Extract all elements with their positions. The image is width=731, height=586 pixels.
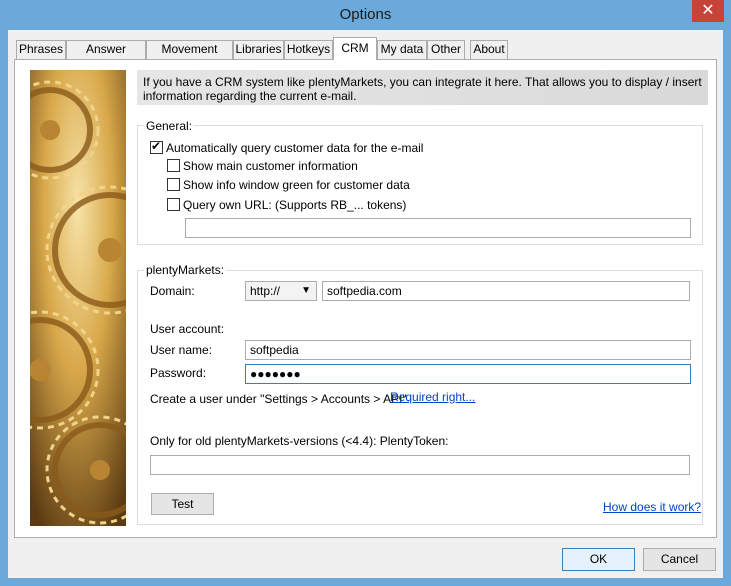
query-url-checkbox[interactable] (167, 198, 180, 211)
how-does-it-work-link[interactable]: How does it work? (603, 500, 701, 514)
show-main-checkbox[interactable] (167, 159, 180, 172)
protocol-value: http:// (250, 284, 281, 298)
domain-label: Domain: (150, 284, 195, 298)
gears-illustration (30, 70, 126, 526)
username-input[interactable]: softpedia (245, 340, 691, 360)
password-label: Password: (150, 366, 207, 380)
url-input[interactable] (185, 218, 691, 238)
tab-movement-rules[interactable]: Movement rules (146, 40, 233, 73)
show-green-label[interactable]: Show info window green for customer data (183, 178, 410, 192)
chevron-down-icon: ▼ (301, 285, 311, 296)
test-button[interactable]: Test (151, 493, 214, 515)
protocol-select[interactable]: http:// ▼ (245, 281, 317, 301)
tab-answer-details[interactable]: Answer details (66, 40, 146, 73)
window-title: Options (339, 6, 392, 23)
ok-button[interactable]: OK (562, 548, 635, 571)
auto-query-label[interactable]: Automatically query customer data for th… (166, 141, 423, 155)
user-account-label: User account: (150, 322, 225, 336)
close-icon[interactable]: ✕ (692, 0, 724, 22)
tab-crm[interactable]: CRM (333, 37, 377, 60)
token-label: Only for old plentyMarkets-versions (<4.… (150, 434, 449, 448)
show-green-checkbox[interactable] (167, 178, 180, 191)
required-right-link[interactable]: Required right... (390, 390, 475, 404)
tab-phrases[interactable]: Phrases (16, 40, 66, 59)
plentymarkets-group-title: plentyMarkets: (144, 263, 227, 277)
tab-other[interactable]: Other (427, 40, 465, 59)
username-label: User name: (150, 343, 213, 357)
general-group-title: General: (144, 119, 195, 133)
info-banner: If you have a CRM system like plentyMark… (137, 70, 708, 105)
token-input[interactable] (150, 455, 690, 475)
query-url-label[interactable]: Query own URL: (Supports RB_... tokens) (183, 198, 406, 212)
domain-input[interactable]: softpedia.com (322, 281, 690, 301)
password-input[interactable]: ●●●●●●● (245, 364, 691, 384)
create-user-text: Create a user under "Settings > Accounts… (150, 392, 411, 406)
cancel-button[interactable]: Cancel (643, 548, 716, 571)
tab-libraries[interactable]: Libraries (233, 40, 284, 59)
tab-about[interactable]: About (470, 40, 508, 59)
show-main-label[interactable]: Show main customer information (183, 159, 358, 173)
auto-query-checkbox[interactable] (150, 139, 163, 154)
tab-my-data[interactable]: My data (377, 40, 427, 59)
tab-hotkeys[interactable]: Hotkeys (284, 40, 333, 59)
